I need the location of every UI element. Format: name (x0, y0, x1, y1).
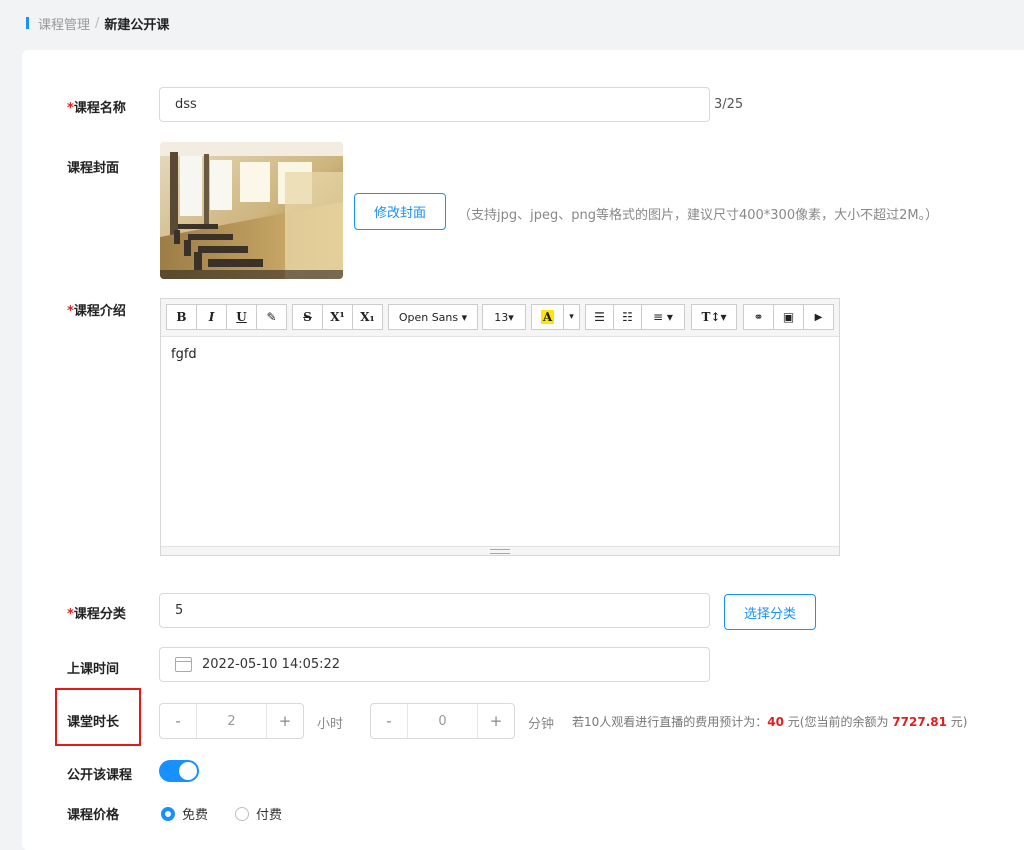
editor-resize-handle[interactable] (161, 546, 839, 555)
editor-toolbar: B I U ✎ S X¹ X₁ Open Sans ▾ 13▾ A ▾ ☰ ☷ … (161, 299, 839, 337)
balance-amount: 7727.81 (892, 715, 947, 729)
toggle-knob (179, 762, 197, 780)
image-icon[interactable]: ▣ (773, 304, 804, 330)
breadcrumb-separator: / (95, 15, 100, 31)
minutes-stepper[interactable]: - 0 + (370, 703, 515, 739)
underline-button[interactable]: U (226, 304, 257, 330)
editor-content[interactable]: fgfd (171, 347, 197, 362)
calendar-icon (175, 657, 192, 672)
change-cover-button[interactable]: 修改封面 (354, 193, 446, 230)
video-icon[interactable]: ▶ (803, 304, 834, 330)
course-cover-image (160, 142, 343, 279)
course-name-counter: 3/25 (714, 97, 744, 112)
link-icon[interactable]: ⚭ (743, 304, 774, 330)
cover-hint: （支持jpg、jpeg、png等格式的图片，建议尺寸400*300像素，大小不超… (458, 208, 939, 223)
align-dropdown[interactable]: ≡ ▾ (641, 304, 685, 330)
minutes-value[interactable]: 0 (407, 704, 478, 738)
minutes-plus-button[interactable]: + (478, 704, 514, 738)
fee-estimate: 若10人观看进行直播的费用预计为：40 元(您当前的余额为 7727.81 元) (572, 715, 968, 729)
select-category-button[interactable]: 选择分类 (724, 594, 816, 630)
duration-label: 课堂时长 (67, 715, 120, 730)
ordered-list-icon[interactable]: ☷ (613, 304, 642, 330)
italic-button[interactable]: I (196, 304, 227, 330)
course-name-label: *课程名称 (67, 101, 126, 116)
fee-amount: 40 (767, 715, 784, 729)
breadcrumb: 课程管理 / 新建公开课 (26, 14, 170, 33)
course-intro-label: *课程介绍 (67, 304, 126, 319)
minutes-unit: 分钟 (528, 717, 555, 732)
superscript-button[interactable]: X¹ (322, 304, 353, 330)
strikethrough-button[interactable]: S (292, 304, 323, 330)
minutes-minus-button[interactable]: - (371, 704, 407, 738)
hours-value[interactable]: 2 (196, 704, 267, 738)
course-category-label: *课程分类 (67, 607, 126, 622)
price-option-paid[interactable]: 付费 (235, 804, 282, 823)
grip-icon (490, 549, 510, 554)
rich-text-editor: B I U ✎ S X¹ X₁ Open Sans ▾ 13▾ A ▾ ☰ ☷ … (160, 298, 840, 556)
start-time-input[interactable]: 2022-05-10 14:05:22 (159, 647, 710, 682)
public-course-label: 公开该课程 (67, 768, 133, 783)
breadcrumb-parent[interactable]: 课程管理 (38, 14, 90, 33)
eraser-icon[interactable]: ✎ (256, 304, 287, 330)
course-name-input[interactable]: dss (159, 87, 710, 122)
price-option-free[interactable]: 免费 (161, 804, 208, 823)
paragraph-style-dropdown[interactable]: T↕▾ (691, 304, 737, 330)
breadcrumb-marker (26, 17, 29, 29)
unordered-list-icon[interactable]: ☰ (585, 304, 614, 330)
course-price-label: 课程价格 (67, 808, 120, 823)
hours-stepper[interactable]: - 2 + (159, 703, 304, 739)
hours-minus-button[interactable]: - (160, 704, 196, 738)
font-color-caret-icon[interactable]: ▾ (563, 304, 580, 330)
radio-selected-icon (161, 806, 175, 821)
radio-icon (235, 806, 249, 821)
course-category-input[interactable]: 5 (159, 593, 710, 628)
subscript-button[interactable]: X₁ (352, 304, 383, 330)
course-cover-label: 课程封面 (67, 161, 120, 176)
hours-plus-button[interactable]: + (267, 704, 303, 738)
public-course-toggle[interactable] (159, 760, 199, 782)
bold-button[interactable]: B (166, 304, 197, 330)
font-size-dropdown[interactable]: 13▾ (482, 304, 526, 330)
hours-unit: 小时 (317, 717, 344, 732)
font-color-button[interactable]: A (531, 304, 564, 330)
breadcrumb-current: 新建公开课 (104, 17, 170, 33)
font-family-dropdown[interactable]: Open Sans ▾ (388, 304, 478, 330)
start-time-label: 上课时间 (67, 662, 120, 677)
